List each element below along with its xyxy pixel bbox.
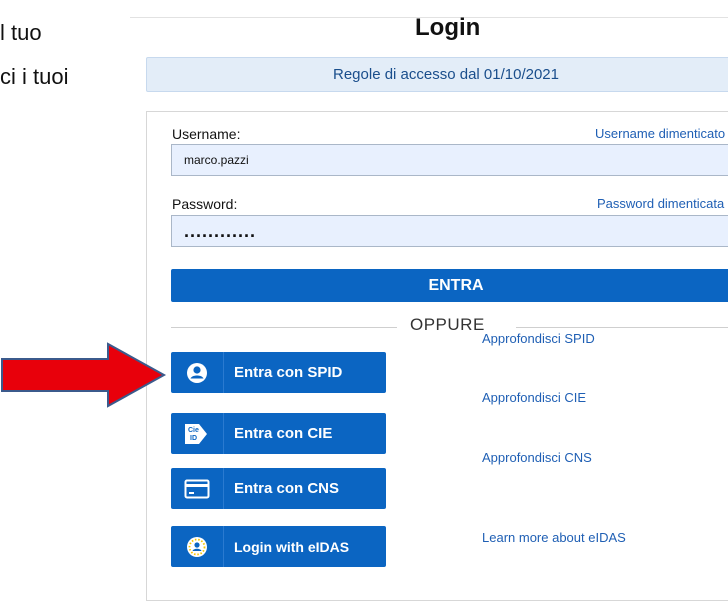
login-submit-button[interactable]: ENTRA <box>171 269 728 302</box>
separator-line-right <box>516 327 728 328</box>
login-submit-label: ENTRA <box>428 276 484 294</box>
separator-line-left <box>171 327 397 328</box>
arrow-annotation-icon <box>1 342 167 408</box>
learn-more-eidas-link[interactable]: Learn more about eIDAS <box>482 530 626 545</box>
eidas-login-label: Login with eIDAS <box>234 538 350 555</box>
svg-text:Cie: Cie <box>188 427 199 434</box>
cns-login-button[interactable]: Entra con CNS <box>171 468 386 509</box>
separator-label: OPPURE <box>410 315 485 334</box>
cie-login-button[interactable]: Cie ID Entra con CIE <box>171 413 386 454</box>
cie-icon: Cie ID <box>171 413 224 454</box>
eidas-login-button[interactable]: Login with eIDAS <box>171 526 386 567</box>
username-input[interactable] <box>171 144 728 176</box>
cie-login-label: Entra con CIE <box>234 425 333 442</box>
spid-login-button[interactable]: Entra con SPID <box>171 352 386 393</box>
svg-text:ID: ID <box>190 435 197 442</box>
learn-more-cns-link[interactable]: Approfondisci CNS <box>482 450 592 465</box>
username-label: Username: <box>172 126 241 142</box>
forgot-password-link[interactable]: Password dimenticata <box>597 196 724 211</box>
password-label: Password: <box>172 196 238 212</box>
learn-more-cie-link[interactable]: Approfondisci CIE <box>482 390 586 405</box>
forgot-username-link[interactable]: Username dimenticato <box>595 126 725 141</box>
password-input[interactable] <box>171 215 728 247</box>
side-text-line2: ci i tuoi <box>0 64 69 89</box>
user-circle-icon <box>171 352 224 393</box>
side-text-line1: l tuo <box>0 20 42 45</box>
spid-login-label: Entra con SPID <box>234 364 343 381</box>
access-rules-link[interactable]: Regole di accesso dal 01/10/2021 <box>146 57 728 92</box>
learn-more-spid-link[interactable]: Approfondisci SPID <box>482 331 595 346</box>
page-title: Login <box>415 14 481 41</box>
cns-login-label: Entra con CNS <box>234 480 340 497</box>
access-rules-label: Regole di accesso dal 01/10/2021 <box>333 66 559 83</box>
eidas-user-icon <box>171 526 224 567</box>
card-icon <box>171 468 224 509</box>
